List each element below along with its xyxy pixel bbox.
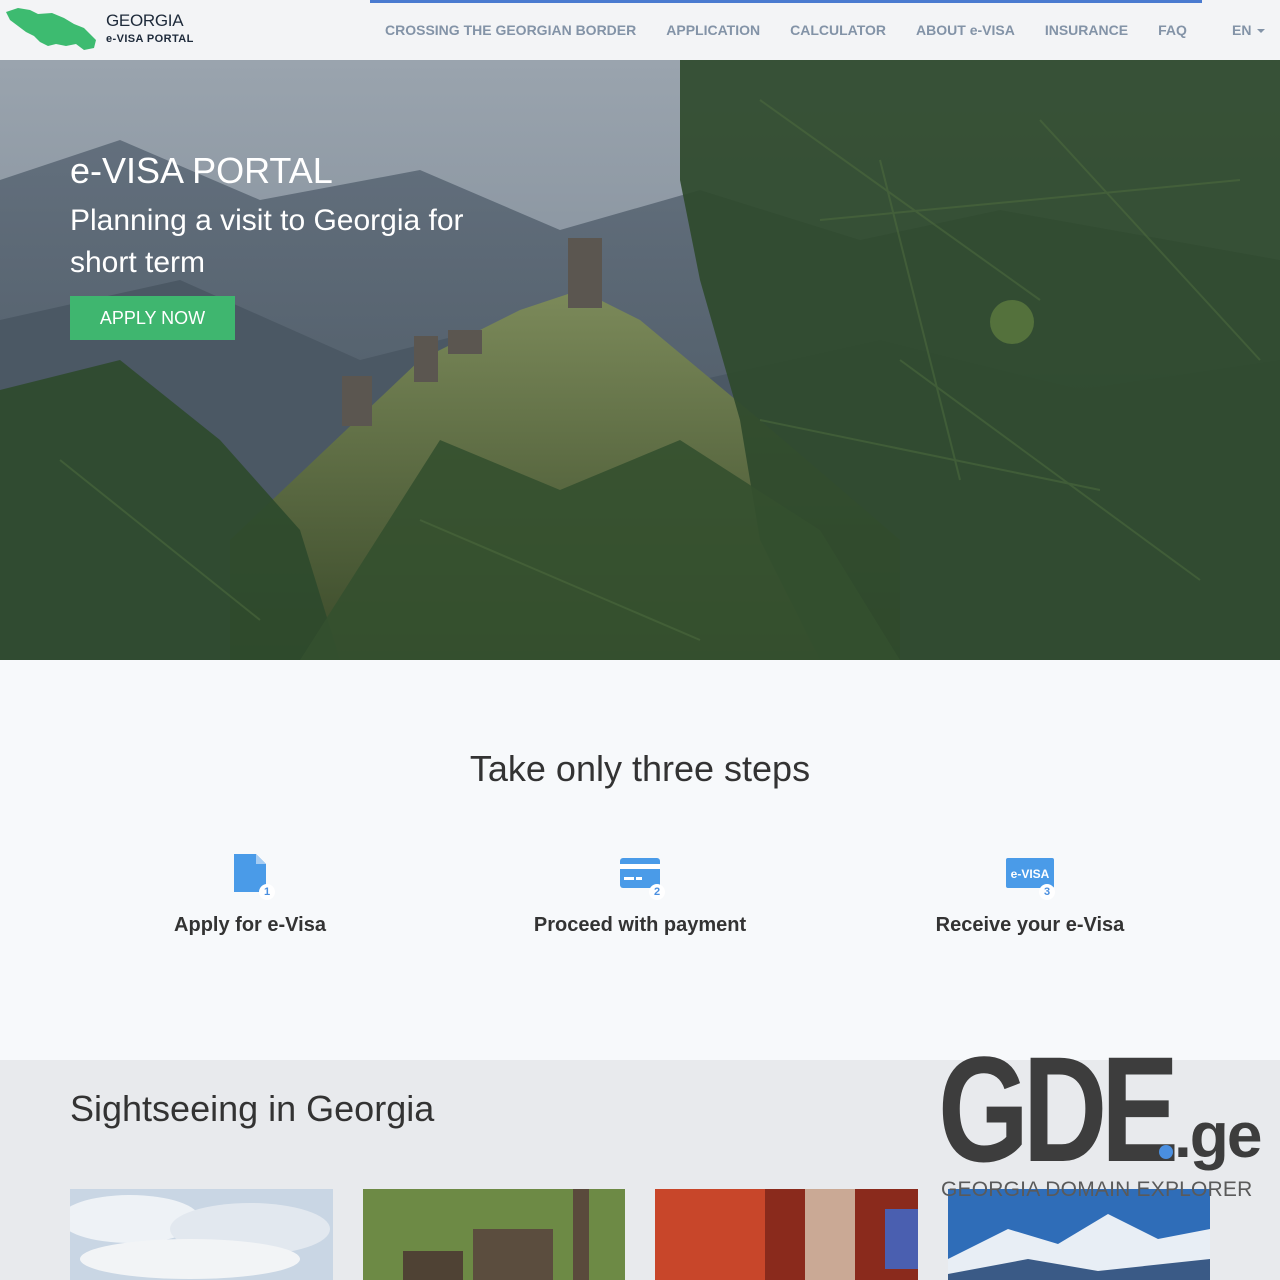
step-label: Proceed with payment (533, 914, 747, 936)
steps-heading: Take only three steps (469, 748, 811, 789)
nav-crossing-border[interactable]: CROSSING THE GEORGIAN BORDER (370, 22, 651, 38)
caret-down-icon (1257, 29, 1266, 33)
watermark-tld: .ge (1174, 1099, 1262, 1171)
nav-application[interactable]: APPLICATION (651, 22, 775, 38)
nav-insurance[interactable]: INSURANCE (1030, 22, 1143, 38)
hero-text-block: e-VISA PORTAL Planning a visit to Georgi… (70, 150, 490, 284)
step-icon-wrapper: 1 (225, 850, 275, 900)
watermark-word: GDE (938, 1025, 1179, 1193)
site-header: GEORGIA e-VISA PORTAL CROSSING THE GEORG… (0, 0, 1280, 60)
sight-card-image (655, 1189, 918, 1280)
logo-title: GEORGIA (106, 11, 184, 30)
step-number: 3 (1039, 884, 1055, 900)
nav-about-evisa[interactable]: ABOUT e-VISA (901, 22, 1030, 38)
hero-subtitle: Planning a visit to Georgia for short te… (70, 204, 464, 279)
apply-now-button[interactable]: APPLY NOW (70, 296, 235, 340)
step-number: 1 (259, 884, 275, 900)
sightseeing-heading: Sightseeing in Georgia (70, 1088, 435, 1129)
sight-card[interactable] (70, 1189, 333, 1280)
language-label: EN (1232, 22, 1252, 38)
main-nav: CROSSING THE GEORGIAN BORDER APPLICATION… (370, 0, 1202, 60)
logo-subtitle: e-VISA PORTAL (106, 33, 194, 45)
step-label: Receive your e-Visa (935, 914, 1125, 936)
sight-card-image (70, 1189, 333, 1280)
nav-calculator[interactable]: CALCULATOR (775, 22, 901, 38)
language-selector[interactable]: EN (1232, 22, 1266, 38)
step-number: 2 (649, 884, 665, 900)
sight-card[interactable] (655, 1189, 918, 1280)
watermark-dot (1159, 1145, 1173, 1159)
watermark-tagline: GEORGIA DOMAIN EXPLORER (941, 1178, 1253, 1201)
step-apply: 1 Apply for e-Visa (70, 850, 430, 937)
step-payment: 2 Proceed with payment (460, 850, 820, 937)
nav-faq[interactable]: FAQ (1143, 22, 1202, 38)
sight-card-image (363, 1189, 625, 1280)
sight-card[interactable] (363, 1189, 626, 1280)
step-icon-wrapper: e-VISA 3 (1005, 850, 1055, 900)
georgia-map-icon (6, 8, 96, 50)
hero-banner: e-VISA PORTAL Planning a visit to Georgi… (0, 60, 1280, 660)
hero-title: e-VISA PORTAL (70, 150, 333, 191)
evisa-icon-text: e-VISA (1011, 867, 1050, 881)
step-label: Apply for e-Visa (174, 914, 326, 936)
step-icon-wrapper: 2 (615, 850, 665, 900)
step-receive: e-VISA 3 Receive your e-Visa (850, 850, 1210, 937)
site-logo[interactable]: GEORGIA e-VISA PORTAL (0, 0, 200, 60)
